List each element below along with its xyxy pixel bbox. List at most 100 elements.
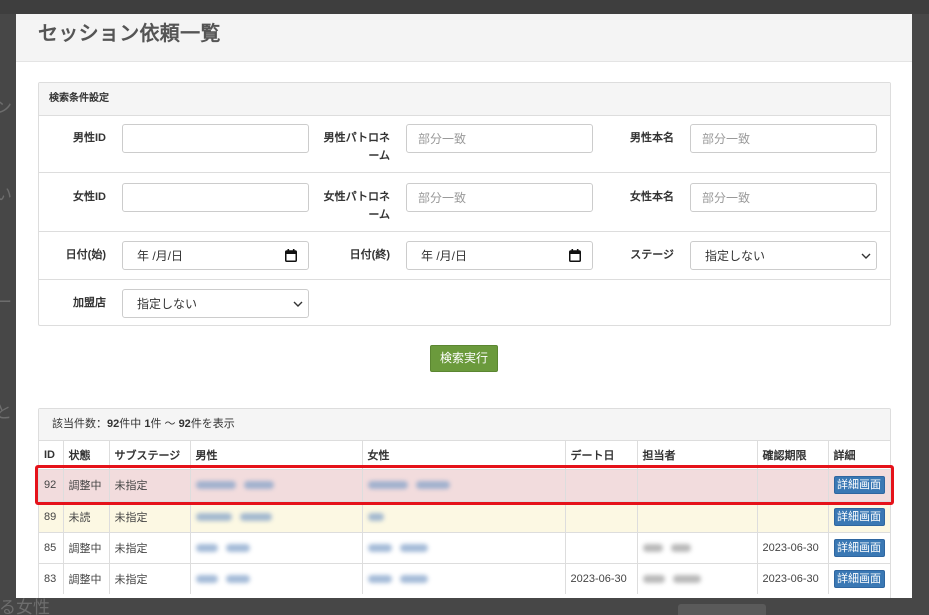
male-real-name-input[interactable] (690, 124, 877, 153)
backdrop-text-fragment: い (0, 185, 12, 205)
backdrop-top (0, 0, 929, 14)
stage-select[interactable]: 指定しない (690, 241, 877, 270)
redacted-text (239, 512, 272, 521)
calendar-icon[interactable] (285, 249, 297, 262)
table-header-row: ID 状態 サブステージ 男性 女性 デート日 担当者 確認期限 詳細 (39, 441, 890, 469)
cell-date: 2023-06-30 (565, 562, 638, 594)
field-date-from: 日付(始) 年 /月/日 (39, 241, 323, 270)
date-from-label: 日付(始) (65, 249, 106, 261)
cell-detail: 詳細画面 (828, 468, 890, 501)
cell-female[interactable] (362, 531, 566, 563)
female-patron-name-label: 女性パトロネーム (323, 191, 390, 221)
backdrop-text-fragment: ン (0, 98, 12, 118)
female-id-label: 女性ID (73, 191, 106, 203)
col-header-male[interactable]: 男性 (190, 441, 363, 469)
field-stage: ステージ 指定しない (607, 241, 890, 270)
redacted-text (399, 574, 428, 583)
store-select[interactable]: 指定しない (122, 289, 309, 318)
redacted-text (367, 481, 408, 490)
male-id-label: 男性ID (73, 132, 106, 144)
redacted-text (367, 543, 392, 552)
col-header-status[interactable]: 状態 (63, 441, 110, 469)
search-panel: 検索条件設定 男性ID 男性パトロネーム 男性本名 女性ID 女性パトロネーム (38, 82, 891, 326)
summary-range-text: 件 ～ (150, 418, 179, 430)
field-female-id: 女性ID (39, 183, 323, 212)
table-row: 83 調整中 未指定 2023-06-30 2023-06-30 詳細画面 (39, 562, 890, 594)
redacted-text (195, 512, 232, 521)
cell-female[interactable] (362, 562, 566, 594)
summary-to: 92 (178, 418, 191, 430)
cell-male[interactable] (190, 531, 363, 563)
cell-male[interactable] (190, 468, 363, 501)
cell-id: 85 (39, 531, 64, 563)
cell-substage: 未指定 (109, 531, 191, 563)
table-row: 85 調整中 未指定 2023-06-30 詳細画面 (39, 531, 890, 563)
detail-button[interactable]: 詳細画面 (833, 538, 885, 557)
field-store: 加盟店 指定しない (39, 289, 323, 318)
redacted-text (225, 574, 250, 583)
female-patron-name-input[interactable] (406, 183, 593, 212)
search-row-female: 女性ID 女性パトロネーム 女性本名 (39, 172, 890, 231)
redacted-text (399, 543, 428, 552)
cell-substage: 未指定 (109, 468, 191, 501)
female-id-input[interactable] (122, 183, 309, 212)
cell-deadline: 2023-06-30 (757, 531, 829, 563)
search-row-date-stage: 日付(始) 年 /月/日 日付(終) 年 /月/日 ステージ 指定しない (39, 231, 890, 279)
store-label: 加盟店 (73, 297, 106, 309)
redacted-text (243, 481, 274, 490)
cell-id: 83 (39, 562, 64, 594)
redacted-text (642, 574, 665, 583)
col-header-deadline[interactable]: 確認期限 (757, 441, 829, 469)
table-row: 92 調整中 未指定 詳細画面 (39, 468, 890, 501)
col-header-date[interactable]: デート日 (565, 441, 638, 469)
summary-of-text: 件中 (119, 418, 145, 430)
session-request-modal: セッション依頼一覧 検索条件設定 男性ID 男性パトロネーム 男性本名 女性ID (16, 14, 912, 598)
cell-date (565, 531, 638, 563)
backdrop-text-fragment: ー (0, 293, 12, 313)
backdrop-button (678, 604, 766, 615)
cell-detail: 詳細画面 (828, 531, 890, 563)
store-selected-value: 指定しない (137, 297, 198, 311)
col-header-substage[interactable]: サブステージ (109, 441, 191, 469)
detail-button[interactable]: 詳細画面 (833, 569, 885, 588)
cell-male[interactable] (190, 562, 363, 594)
female-real-name-input[interactable] (690, 183, 877, 212)
field-female-patron-name: 女性パトロネーム (323, 183, 607, 224)
cell-male[interactable] (190, 500, 363, 532)
date-to-input[interactable]: 年 /月/日 (406, 241, 593, 270)
redacted-text (195, 574, 218, 583)
chevron-down-icon (293, 301, 303, 307)
redacted-text (415, 481, 450, 490)
cell-id: 89 (39, 500, 64, 532)
summary-label: 該当件数： (52, 418, 107, 430)
search-submit-button[interactable]: 検索実行 (430, 345, 498, 372)
backdrop-bottom-text: る女性 (0, 598, 50, 615)
cell-female[interactable] (362, 500, 566, 532)
field-male-real-name: 男性本名 (607, 124, 890, 153)
cell-assignee (637, 468, 758, 501)
male-id-input[interactable] (122, 124, 309, 153)
female-real-name-label: 女性本名 (630, 191, 674, 203)
col-header-assignee[interactable]: 担当者 (637, 441, 758, 469)
male-patron-name-input[interactable] (406, 124, 593, 153)
search-row-male: 男性ID 男性パトロネーム 男性本名 (39, 116, 890, 172)
date-from-input[interactable]: 年 /月/日 (122, 241, 309, 270)
cell-female[interactable] (362, 468, 566, 501)
modal-header: セッション依頼一覧 (16, 14, 912, 62)
cell-status: 調整中 (63, 468, 110, 501)
field-date-to: 日付(終) 年 /月/日 (323, 241, 607, 270)
page-title: セッション依頼一覧 (38, 23, 221, 45)
redacted-text (367, 574, 392, 583)
calendar-icon[interactable] (569, 249, 581, 262)
stage-label: ステージ (630, 249, 674, 261)
result-summary: 該当件数：92件中 1件 ～ 92件を表示 (39, 409, 890, 441)
redacted-text (367, 512, 384, 521)
field-male-id: 男性ID (39, 124, 323, 153)
table-row: 89 未読 未指定 詳細画面 (39, 500, 890, 532)
detail-button[interactable]: 詳細画面 (833, 476, 885, 494)
detail-button[interactable]: 詳細画面 (833, 507, 885, 526)
cell-id: 92 (39, 468, 64, 501)
col-header-female[interactable]: 女性 (362, 441, 566, 469)
cell-assignee (637, 531, 758, 563)
col-header-id[interactable]: ID (39, 441, 64, 469)
